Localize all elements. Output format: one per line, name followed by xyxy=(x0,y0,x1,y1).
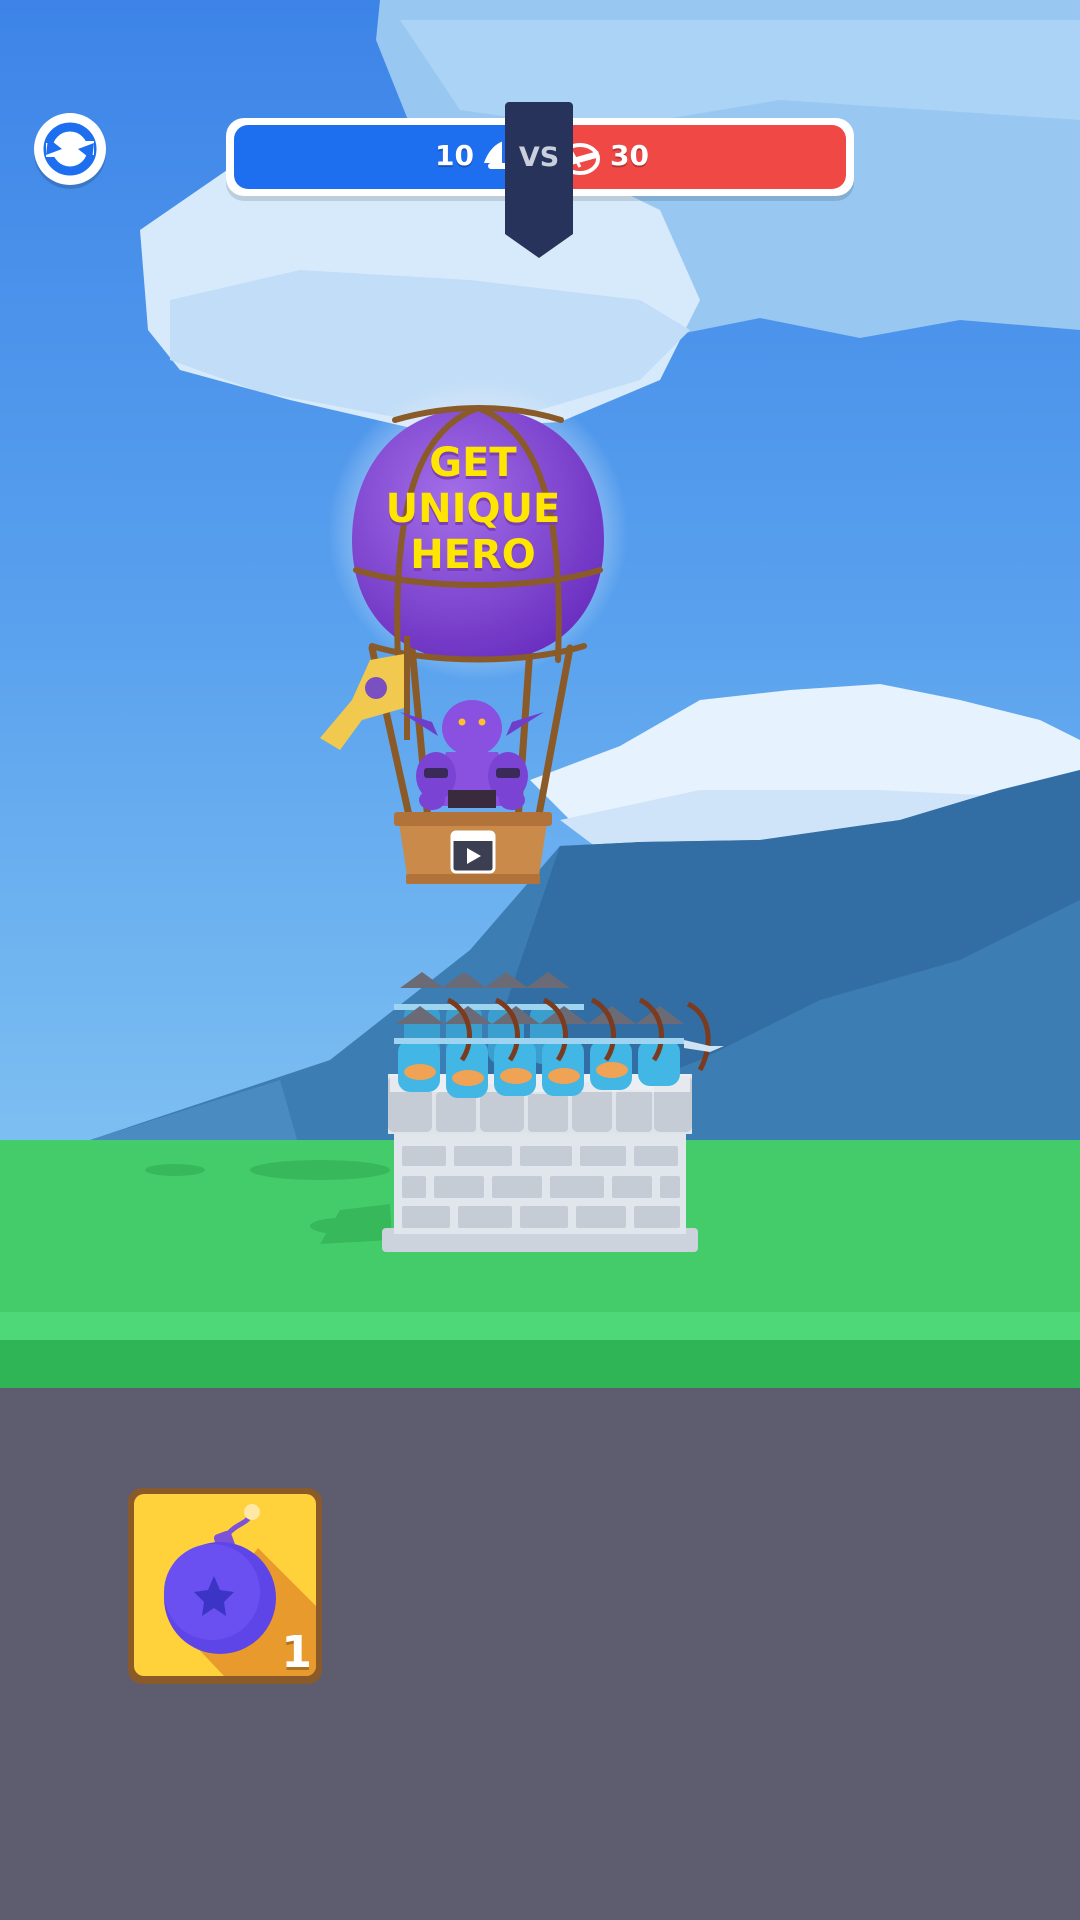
red-team-count: 30 xyxy=(610,139,649,172)
game-screen: 10 30 VS GET UNIQUE HERO 1 xyxy=(0,0,1080,1920)
blue-team-score: 10 xyxy=(234,125,544,189)
blue-team-count: 10 xyxy=(435,139,474,172)
vs-label: VS xyxy=(518,142,560,173)
bomb-count: 1 xyxy=(281,1627,312,1678)
vs-badge: VS xyxy=(499,102,579,260)
bomb-item-button[interactable]: 1 xyxy=(128,1488,322,1684)
restart-button[interactable] xyxy=(34,113,106,185)
restart-icon xyxy=(43,122,97,176)
red-team-score: 30 xyxy=(536,125,846,189)
get-unique-hero-offer[interactable] xyxy=(330,400,630,890)
